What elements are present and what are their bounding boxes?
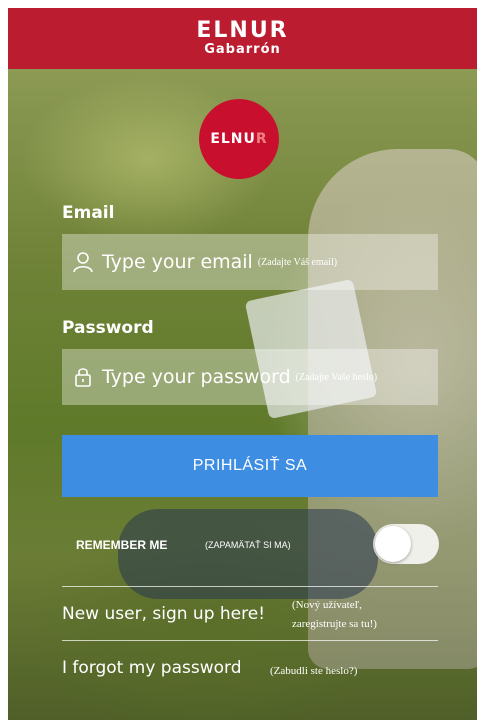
email-hint: (Zadajte Váš email) (257, 256, 338, 268)
forgot-password-hint: (Zabudli ste heslo?) (270, 665, 358, 677)
brand-title: ELNUR (196, 18, 289, 43)
signup-hint-line2: zaregistrujte sa tu!) (292, 618, 377, 630)
signup-hint: (Nový užívateľ, zaregistrujte sa tu!) (292, 596, 377, 634)
divider (62, 586, 438, 587)
brand-header: ELNUR Gabarrón (8, 8, 477, 69)
remember-me-label: REMEMBER ME (76, 538, 168, 552)
remember-me-toggle[interactable] (373, 524, 439, 564)
toggle-knob[interactable] (375, 526, 411, 562)
app-frame: ELNUR Gabarrón ELNUR Email Type your ema… (8, 8, 477, 720)
forgot-password-link[interactable]: I forgot my password (62, 658, 242, 678)
password-hint: (Zadajte Vaše heslo) (295, 371, 378, 383)
lock-icon (75, 368, 91, 387)
logo-text: ELNU (210, 131, 256, 147)
signup-link[interactable]: New user, sign up here! (62, 604, 265, 624)
email-placeholder: Type your email (102, 251, 253, 273)
password-field[interactable]: Type your password (Zadajte Vaše heslo) (62, 349, 438, 405)
user-icon (73, 252, 93, 273)
login-button[interactable]: PRIHLÁSIŤ SA (62, 435, 438, 497)
signup-hint-line1: (Nový užívateľ, (292, 599, 362, 611)
email-label: Email (62, 203, 115, 223)
password-label: Password (62, 318, 154, 338)
brand-subtitle: Gabarrón (204, 42, 281, 57)
password-placeholder: Type your password (102, 366, 291, 388)
divider (62, 640, 438, 641)
remember-me-hint: (ZAPAMÄTAŤ SI MA) (205, 540, 291, 550)
elnur-logo: ELNUR (199, 99, 279, 179)
email-field[interactable]: Type your email (Zadajte Váš email) (62, 234, 438, 290)
logo-text-accent: R (255, 131, 268, 147)
